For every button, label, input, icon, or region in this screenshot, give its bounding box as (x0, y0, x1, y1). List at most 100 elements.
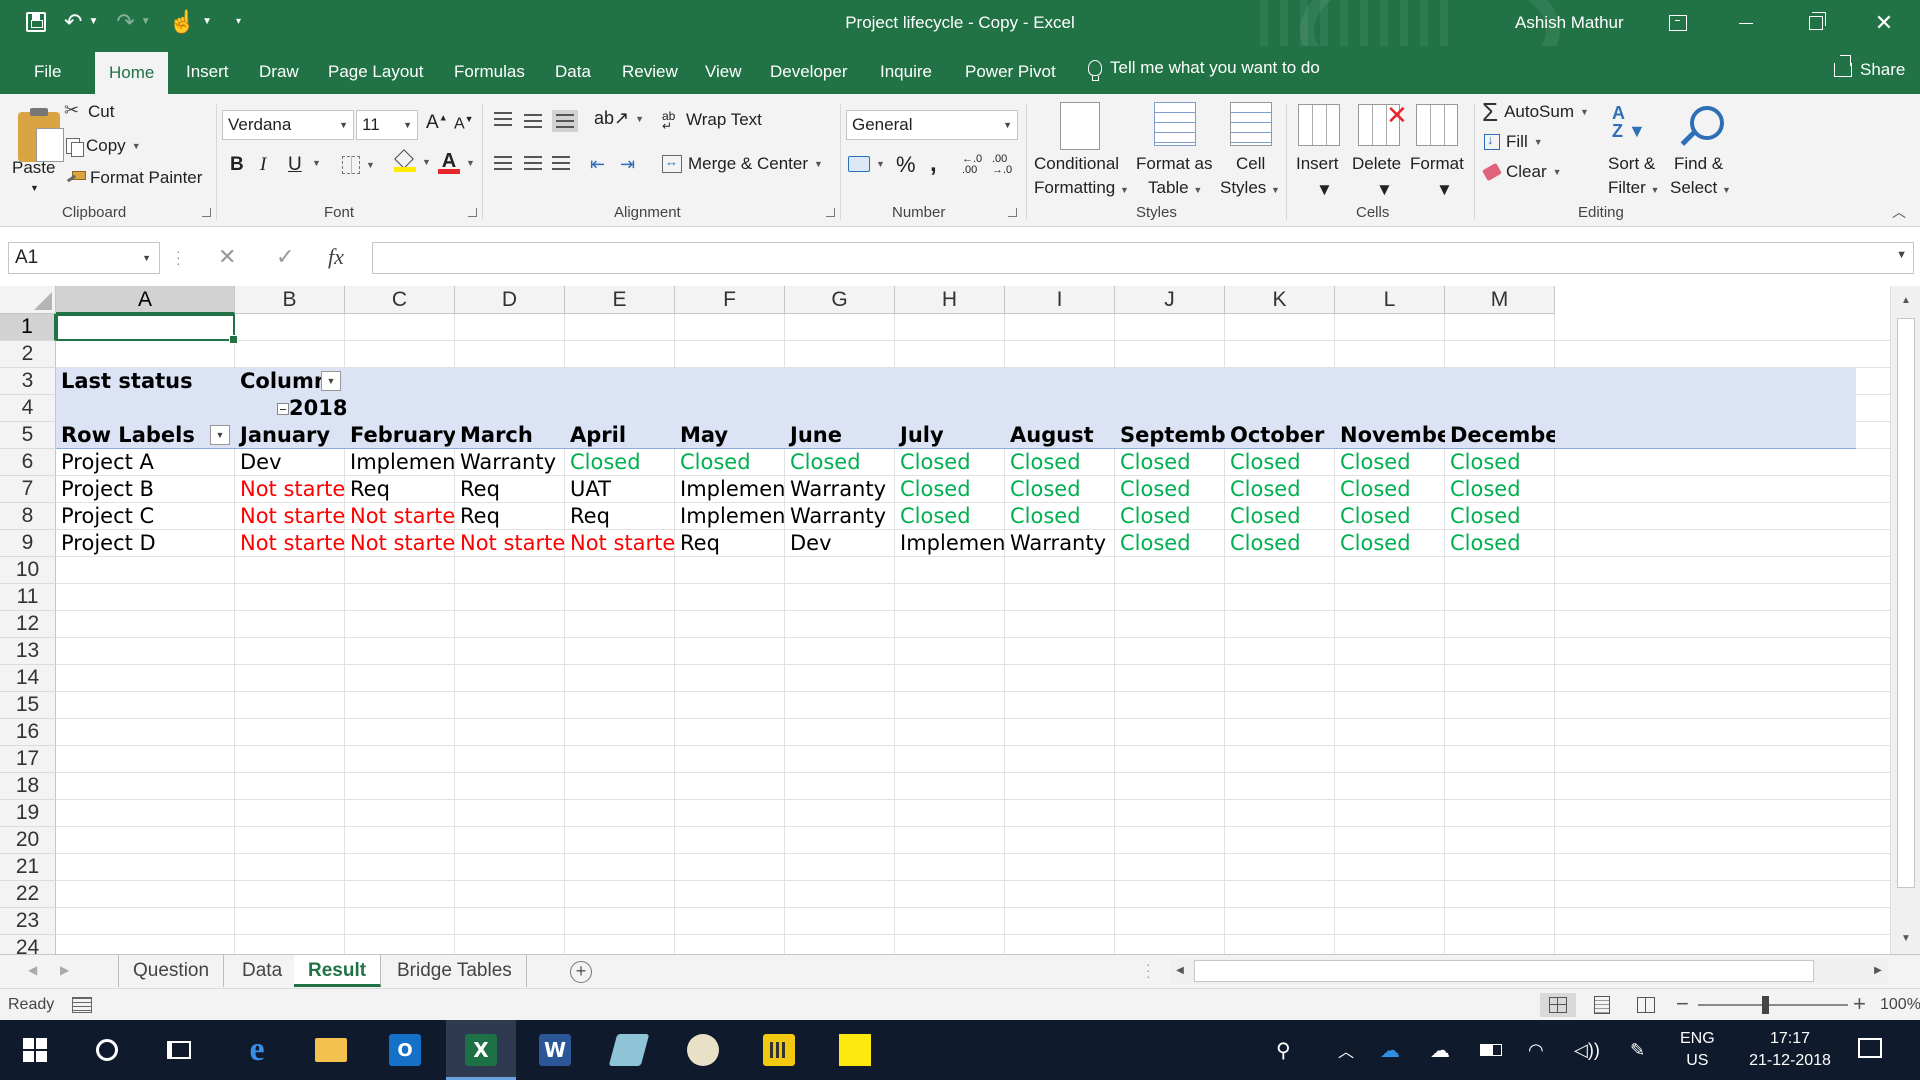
font-color-button[interactable]: A ▼ (438, 151, 475, 174)
word-button[interactable]: W (520, 1020, 590, 1080)
increase-font-button[interactable]: A▲ (426, 112, 448, 134)
status-cell[interactable]: Closed (1335, 449, 1445, 476)
worksheet-grid[interactable]: ABCDEFGHIJKLM 1 2 3 4 5 6 7 8 9 10 11 12 13 14 15 16 17 1… (0, 286, 1920, 954)
row-header-11[interactable]: 11 (0, 584, 56, 611)
comma-style-button[interactable]: , (930, 150, 937, 178)
month-header[interactable]: December (1445, 422, 1555, 449)
file-explorer-button[interactable] (296, 1020, 366, 1080)
status-cell[interactable]: Warranty (785, 503, 895, 530)
row-header-1[interactable]: 1 (0, 314, 56, 341)
status-cell[interactable]: Closed (1115, 530, 1225, 557)
sheet-tab-question[interactable]: Question (118, 955, 225, 987)
app-button[interactable] (594, 1020, 664, 1080)
status-cell[interactable]: Closed (1335, 476, 1445, 503)
wifi-button[interactable]: ◠ (1528, 1020, 1544, 1080)
align-middle-button[interactable] (524, 114, 542, 128)
row-header-4[interactable]: 4 (0, 395, 56, 422)
status-cell[interactable]: Dev (785, 530, 895, 557)
month-header[interactable]: June (785, 422, 895, 449)
row-header-16[interactable]: 16 (0, 719, 56, 746)
row-header-2[interactable]: 2 (0, 341, 56, 368)
tell-me-search[interactable]: Tell me what you want to do (1088, 58, 1320, 81)
status-cell[interactable]: Closed (1005, 476, 1115, 503)
decrease-font-button[interactable]: A▼ (454, 114, 474, 133)
pen-button[interactable]: ✎ (1630, 1020, 1645, 1080)
onedrive-button[interactable]: ☁ (1380, 1020, 1400, 1080)
name-box[interactable]: A1 ▼ (8, 242, 160, 274)
status-cell[interactable]: Closed (1445, 503, 1555, 530)
cut-button[interactable]: Cut (64, 100, 114, 122)
row-header-7[interactable]: 7 (0, 476, 56, 503)
scroll-left-icon[interactable]: ◀ (1170, 958, 1190, 984)
tab-insert[interactable]: Insert (184, 46, 231, 94)
scroll-down-icon[interactable]: ▼ (1895, 928, 1917, 950)
close-button[interactable]: ✕ (1854, 0, 1914, 46)
month-header[interactable]: February (345, 422, 455, 449)
month-header[interactable]: January (235, 422, 345, 449)
people-button[interactable]: ⚲ (1276, 1020, 1291, 1080)
tab-view[interactable]: View (703, 46, 744, 94)
status-cell[interactable]: Closed (1115, 503, 1225, 530)
status-cell[interactable]: Closed (1005, 503, 1115, 530)
row-header-8[interactable]: 8 (0, 503, 56, 530)
tab-power-pivot[interactable]: Power Pivot (963, 46, 1058, 94)
month-header[interactable]: May (675, 422, 785, 449)
column-header-c[interactable]: C (345, 286, 455, 314)
split-grip-icon[interactable]: · · · (1146, 957, 1151, 983)
row-header-9[interactable]: 9 (0, 530, 56, 557)
status-cell[interactable]: Not started (235, 476, 345, 503)
status-cell[interactable]: Closed (785, 449, 895, 476)
vertical-scrollbar[interactable]: ▲ ▼ (1890, 286, 1920, 954)
increase-indent-button[interactable]: ⇥ (620, 154, 635, 175)
clear-button[interactable]: Clear ▼ (1482, 162, 1562, 182)
cancel-entry-button[interactable]: ✕ (218, 244, 236, 270)
row-header-15[interactable]: 15 (0, 692, 56, 719)
sheet-tab-data[interactable]: Data (228, 955, 298, 987)
alignment-launcher-icon[interactable] (826, 208, 835, 217)
status-cell[interactable]: Closed (1225, 476, 1335, 503)
next-sheet-icon[interactable]: ▶ (60, 963, 69, 977)
tab-review[interactable]: Review (620, 46, 680, 94)
column-header-i[interactable]: I (1005, 286, 1115, 314)
zoom-slider-thumb[interactable] (1762, 996, 1769, 1014)
formula-input[interactable]: ▼ (372, 242, 1914, 274)
status-cell[interactable]: Not started (345, 530, 455, 557)
normal-view-button[interactable] (1540, 993, 1576, 1017)
row-filter-dropdown-icon[interactable]: ▼ (210, 425, 230, 445)
active-cell-a1[interactable] (56, 314, 238, 344)
column-filter-dropdown-icon[interactable]: ▼ (321, 371, 341, 391)
column-header-d[interactable]: D (455, 286, 565, 314)
row-header-22[interactable]: 22 (0, 881, 56, 908)
status-cell[interactable]: Not started (235, 530, 345, 557)
paste-button[interactable]: Paste ▼ (6, 100, 64, 196)
underline-button[interactable]: U (288, 154, 302, 176)
align-right-button[interactable] (552, 156, 570, 170)
status-cell[interactable]: Closed (1225, 449, 1335, 476)
row-header-10[interactable]: 10 (0, 557, 56, 584)
sticky-notes-button[interactable] (820, 1020, 890, 1080)
status-cell[interactable]: Dev (235, 449, 345, 476)
row-header-14[interactable]: 14 (0, 665, 56, 692)
row-header-6[interactable]: 6 (0, 449, 56, 476)
row-header-20[interactable]: 20 (0, 827, 56, 854)
cells-area[interactable]: Last status Column ▼ 2018 Row Labels ▼ January… (56, 314, 1890, 954)
month-header[interactable]: April (565, 422, 675, 449)
sort-filter-button[interactable]: AZ ▼ Sort & Filter ▼ (1602, 98, 1672, 200)
excel-button[interactable]: X (446, 1020, 516, 1080)
power-bi-button[interactable] (744, 1020, 814, 1080)
zoom-level[interactable]: 100% (1880, 996, 1920, 1014)
horizontal-scrollbar[interactable]: ◀ ▶ (1170, 958, 1888, 984)
select-all-button[interactable] (0, 286, 56, 314)
align-bottom-button[interactable] (552, 110, 578, 132)
scroll-up-icon[interactable]: ▲ (1895, 290, 1917, 312)
page-break-view-button[interactable] (1628, 993, 1664, 1017)
delete-cells-button[interactable]: ✕ Delete ▼ (1350, 98, 1408, 200)
status-cell[interactable]: Req (345, 476, 455, 503)
zoom-slider[interactable] (1698, 1004, 1848, 1006)
project-name[interactable]: Project B (56, 476, 235, 503)
show-hidden-icons-button[interactable]: ︿ (1338, 1020, 1354, 1080)
task-view-button[interactable] (144, 1020, 214, 1080)
cell-styles-button[interactable]: Cell Styles ▼ (1220, 98, 1282, 200)
conditional-formatting-button[interactable]: Conditional Formatting ▼ (1032, 98, 1129, 200)
column-header-j[interactable]: J (1115, 286, 1225, 314)
